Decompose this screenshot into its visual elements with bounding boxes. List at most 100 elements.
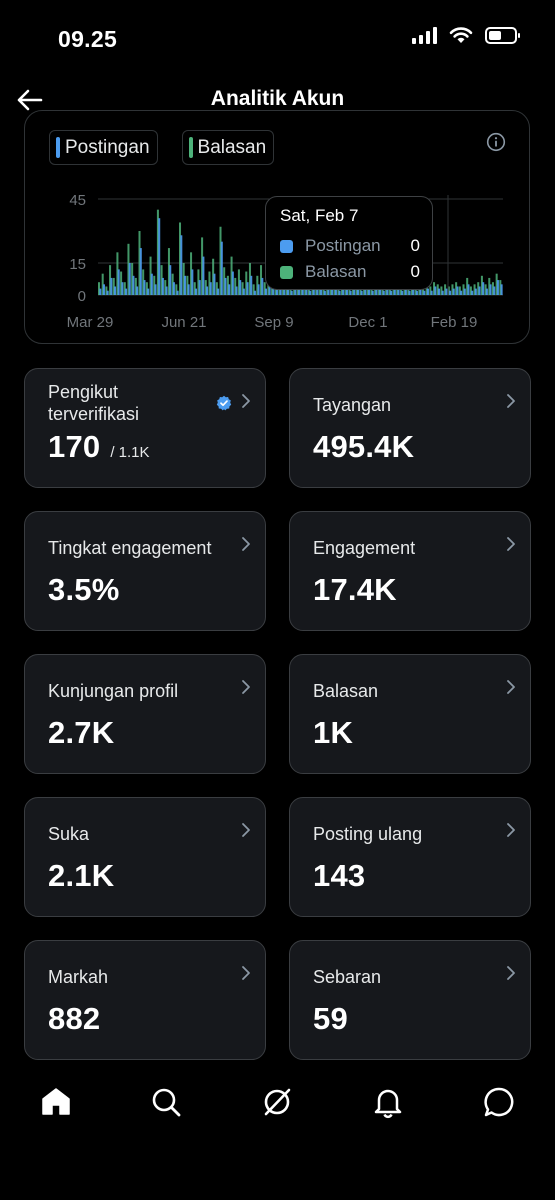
bar-postingan xyxy=(250,275,253,295)
card-engagement[interactable]: Engagement 17.4K xyxy=(289,511,531,631)
bar-postingan xyxy=(371,290,374,295)
bar-postingan xyxy=(261,277,264,295)
card-value: 170 / 1.1K xyxy=(48,429,150,465)
card-value: 882 xyxy=(48,1001,101,1036)
bar-postingan xyxy=(482,282,485,295)
bar-postingan xyxy=(239,280,242,295)
chevron-right-icon xyxy=(242,966,250,980)
bar-postingan xyxy=(441,290,444,295)
bar-postingan xyxy=(228,284,231,295)
bar-postingan xyxy=(158,218,161,295)
bar-postingan xyxy=(426,288,429,295)
chart-tooltip: Sat, Feb 7 Postingan 0 Balasan 0 xyxy=(265,196,433,290)
card-label: Suka xyxy=(48,824,90,844)
status-icons xyxy=(412,26,520,44)
card-tingkat-engagement[interactable]: Tingkat engagement 3.5% xyxy=(24,511,266,631)
card-label: Tayangan xyxy=(313,395,392,415)
bar-postingan xyxy=(474,288,477,295)
y-tick-label: 0 xyxy=(78,288,86,305)
card-label: Tingkat engagement xyxy=(48,538,212,558)
card-pengikut-terverifikasi[interactable]: Pengikut terverifikasi 170 / 1.1K xyxy=(24,368,266,488)
chevron-right-icon xyxy=(507,966,515,980)
bar-postingan xyxy=(191,269,194,295)
bar-postingan xyxy=(224,277,227,295)
card-kunjungan-profil[interactable]: Kunjungan profil 2.7K xyxy=(24,654,266,774)
legend-postingan-swatch xyxy=(56,137,60,158)
bar-postingan xyxy=(117,269,120,295)
tooltip-postingan-value: 0 xyxy=(410,236,420,255)
grok-icon[interactable] xyxy=(260,1085,294,1119)
bar-postingan xyxy=(128,263,131,295)
bar-postingan xyxy=(147,288,150,295)
messages-icon[interactable] xyxy=(482,1085,516,1119)
bar-postingan xyxy=(99,288,102,295)
card-label: Pengikut terverifikasi xyxy=(48,382,140,424)
chevron-right-icon xyxy=(242,823,250,837)
x-tick-label: Feb 19 xyxy=(431,314,478,331)
card-sebaran[interactable]: Sebaran 59 xyxy=(289,940,531,1060)
bar-postingan xyxy=(349,290,352,295)
bar-postingan xyxy=(106,290,109,295)
cellular-signal-icon xyxy=(412,26,437,44)
card-label: Markah xyxy=(48,967,109,987)
chevron-right-icon xyxy=(242,394,250,408)
bar-postingan xyxy=(463,288,466,295)
card-value-number: 170 xyxy=(48,429,101,464)
card-label: Posting ulang xyxy=(313,824,423,844)
bar-postingan xyxy=(257,284,260,295)
tooltip-balasan-label: Balasan xyxy=(305,262,367,281)
tooltip-row-balasan: Balasan 0 xyxy=(280,261,420,283)
tooltip-postingan-swatch xyxy=(280,239,293,253)
card-suka[interactable]: Suka 2.1K xyxy=(24,797,266,917)
search-icon[interactable] xyxy=(149,1085,183,1119)
page-title: Analitik Akun xyxy=(210,87,345,110)
x-tick-label: Sep 9 xyxy=(254,314,293,331)
bar-postingan xyxy=(390,290,393,295)
bar-postingan xyxy=(415,290,418,295)
card-markah[interactable]: Markah 882 xyxy=(24,940,266,1060)
status-bar: 09.25 xyxy=(0,0,555,75)
bar-postingan xyxy=(136,286,139,295)
tooltip-postingan-label: Postingan xyxy=(305,236,381,255)
bar-postingan xyxy=(132,275,135,295)
chart-legend: Postingan Balasan xyxy=(49,130,275,165)
legend-balasan-label: Balasan xyxy=(197,136,267,158)
info-icon[interactable] xyxy=(486,132,506,152)
battery-icon xyxy=(485,26,520,44)
bar-postingan xyxy=(382,290,385,295)
bar-postingan xyxy=(323,290,326,295)
card-value: 17.4K xyxy=(313,572,397,607)
x-tick-label: Jun 21 xyxy=(161,314,206,331)
card-tayangan[interactable]: Tayangan 495.4K xyxy=(289,368,531,488)
bar-postingan xyxy=(198,280,201,295)
y-tick-label: 45 xyxy=(69,192,86,209)
chevron-right-icon xyxy=(507,823,515,837)
card-balasan[interactable]: Balasan 1K xyxy=(289,654,531,774)
chevron-right-icon xyxy=(507,394,515,408)
legend-balasan[interactable]: Balasan xyxy=(181,130,275,165)
bell-icon[interactable] xyxy=(371,1085,405,1119)
bar-postingan xyxy=(209,282,212,295)
bar-postingan xyxy=(242,288,245,295)
bar-postingan xyxy=(161,277,164,295)
bar-postingan xyxy=(143,280,146,295)
x-tick-labels: Mar 29 Jun 21 Sep 9 Dec 1 Feb 19 xyxy=(67,314,478,331)
bar-postingan xyxy=(213,273,216,295)
bar-postingan xyxy=(172,282,175,295)
home-icon[interactable] xyxy=(39,1085,73,1119)
bar-postingan xyxy=(187,284,190,295)
chevron-right-icon xyxy=(507,537,515,551)
status-time: 09.25 xyxy=(58,26,118,52)
bar-postingan xyxy=(460,290,463,295)
bar-postingan xyxy=(176,290,179,295)
bar-postingan xyxy=(496,280,499,295)
bar-postingan xyxy=(206,286,209,295)
legend-postingan[interactable]: Postingan xyxy=(49,130,158,165)
bar-postingan xyxy=(408,290,411,295)
x-tick-label: Dec 1 xyxy=(348,314,387,331)
y-tick-labels: 0 15 45 xyxy=(69,192,86,305)
bar-postingan xyxy=(121,282,124,295)
card-posting-ulang[interactable]: Posting ulang 143 xyxy=(289,797,531,917)
card-label: Engagement xyxy=(313,538,416,558)
bar-postingan xyxy=(423,290,426,295)
